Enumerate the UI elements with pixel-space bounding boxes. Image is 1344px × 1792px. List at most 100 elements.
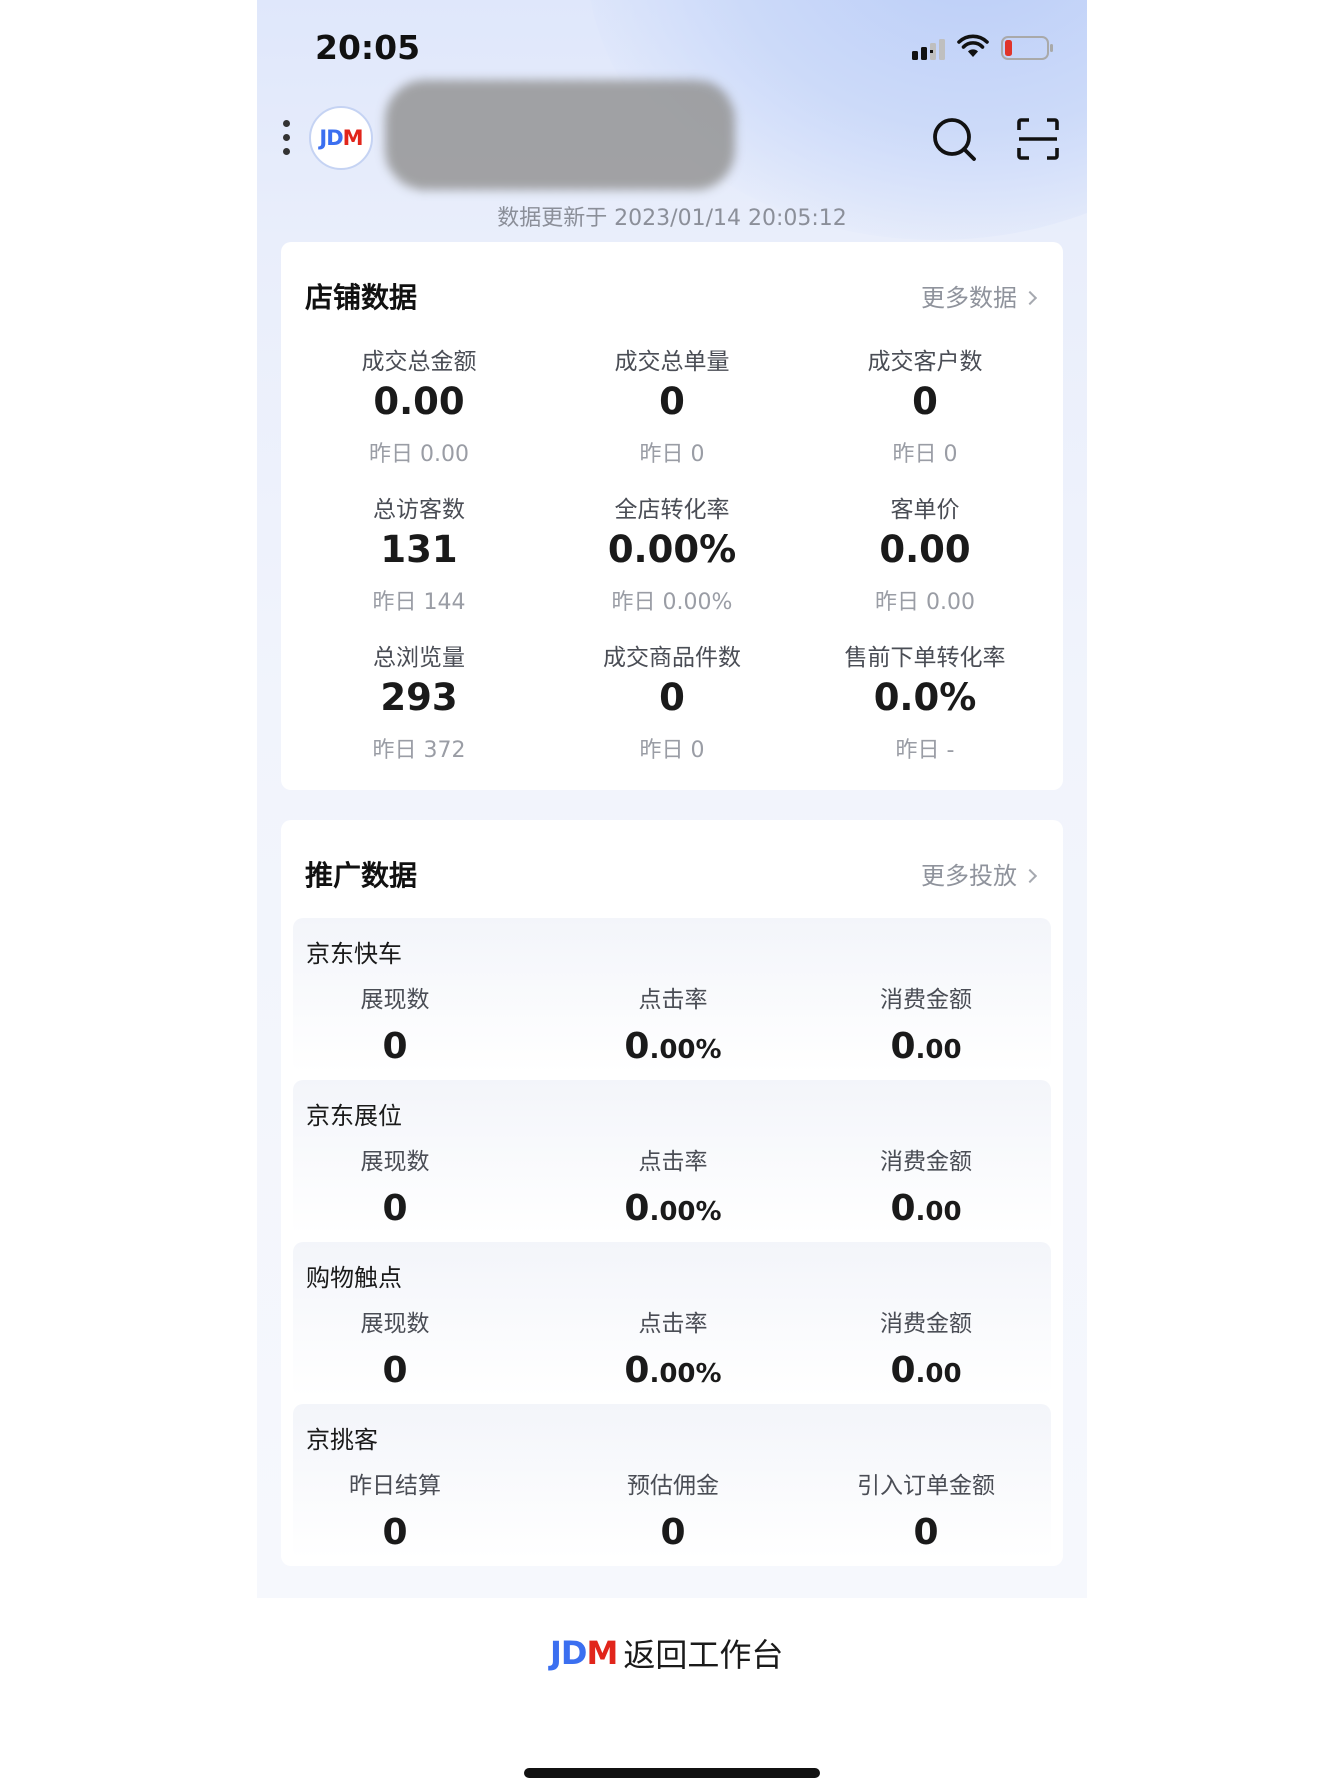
promo-metric: 预估佣金 0: [543, 1466, 803, 1553]
metric-value: 0: [659, 676, 685, 719]
more-campaigns-label: 更多投放: [921, 862, 1017, 890]
chevron-right-icon: [1022, 290, 1038, 306]
promo-section-title: 京东展位: [306, 1102, 402, 1130]
store-data-card: 店铺数据 更多数据 成交总金额 0.00 昨日 0.00 成交总单量 0 昨日 …: [281, 242, 1063, 790]
jdm-logo-jd: JD: [550, 1634, 587, 1672]
cellular-signal-icon: [912, 39, 945, 60]
metric-value: 0.00: [879, 528, 971, 571]
promo-section-shopping-touchpoint[interactable]: 购物触点 展现数 0 点击率 0.00% 消费金额 0.00: [293, 1242, 1051, 1397]
promo-metric-value: 0.00: [796, 1350, 1056, 1391]
value-main: 0: [624, 1026, 650, 1067]
metric-yesterday: 昨日 144: [372, 590, 466, 615]
promo-metric: 展现数 0: [265, 1142, 525, 1229]
metric-avg-order-value[interactable]: 客单价 0.00 昨日 0.00: [795, 490, 1055, 616]
back-to-workbench-label: 返回工作台: [623, 1636, 784, 1674]
metric-value: 0.00%: [607, 528, 737, 571]
promo-metric-value: 0: [543, 1512, 803, 1553]
promo-metric: 消费金额 0.00: [796, 980, 1056, 1067]
promo-metric-value: 0: [796, 1512, 1056, 1553]
more-data-link[interactable]: 更多数据: [921, 278, 1038, 313]
search-icon[interactable]: [931, 116, 977, 162]
promo-metric-label: 点击率: [638, 1149, 708, 1175]
metric-label: 售前下单转化率: [844, 645, 1006, 671]
jdm-logo-m: M: [586, 1634, 618, 1672]
value-sub: .00%: [649, 1359, 722, 1389]
metric-value: 0.0%: [873, 676, 977, 719]
promo-section-title: 京东快车: [306, 940, 402, 968]
promo-section-title: 购物触点: [306, 1264, 402, 1292]
promo-section-jd-express[interactable]: 京东快车 展现数 0 点击率 0.00% 消费金额 0.00: [293, 918, 1051, 1073]
promo-metric-value: 0.00%: [543, 1188, 803, 1229]
metric-total-gmv[interactable]: 成交总金额 0.00 昨日 0.00: [289, 342, 549, 468]
value-main: 0: [382, 1188, 408, 1229]
metric-value: 293: [380, 676, 458, 719]
promo-metric: 展现数 0: [265, 980, 525, 1067]
scan-icon[interactable]: [1017, 118, 1059, 160]
promo-metric: 消费金额 0.00: [796, 1142, 1056, 1229]
more-campaigns-link[interactable]: 更多投放: [921, 856, 1038, 891]
metric-yesterday: 昨日 0.00: [875, 590, 975, 615]
promo-metric-label: 消费金额: [880, 1311, 972, 1337]
promo-metric-label: 展现数: [360, 1149, 430, 1175]
promo-section-title: 京挑客: [306, 1426, 378, 1454]
chevron-right-icon: [1022, 868, 1038, 884]
promo-metric-value: 0.00: [796, 1026, 1056, 1067]
promo-metric-label: 引入订单金额: [857, 1473, 995, 1499]
metric-items-sold[interactable]: 成交商品件数 0 昨日 0: [542, 638, 802, 764]
metric-yesterday: 昨日 372: [372, 738, 466, 763]
value-main: 0: [660, 1512, 686, 1553]
metric-label: 成交总金额: [361, 349, 477, 375]
metric-label: 客单价: [890, 497, 960, 523]
promo-metric-label: 展现数: [360, 1311, 430, 1337]
jdm-logo-m: M: [342, 126, 364, 150]
value-sub: .00: [915, 1035, 962, 1065]
more-data-label: 更多数据: [921, 284, 1017, 312]
home-indicator[interactable]: [524, 1768, 820, 1778]
top-nav-bar: JD M: [257, 80, 1087, 190]
promo-metric: 消费金额 0.00: [796, 1304, 1056, 1391]
battery-low-icon: [1001, 36, 1053, 60]
metric-visitors[interactable]: 总访客数 131 昨日 144: [289, 490, 549, 616]
promo-section-jd-display[interactable]: 京东展位 展现数 0 点击率 0.00% 消费金额 0.00: [293, 1080, 1051, 1235]
value-main: 0: [890, 1350, 916, 1391]
metric-label: 总浏览量: [373, 645, 465, 671]
promo-metric-value: 0: [265, 1188, 525, 1229]
status-time: 20:05: [315, 28, 421, 67]
metric-presale-conversion[interactable]: 售前下单转化率 0.0% 昨日 -: [795, 638, 1055, 764]
back-to-workbench-button[interactable]: JDM 返回工作台: [550, 1628, 783, 1678]
store-data-title: 店铺数据: [305, 281, 418, 314]
promo-metric-value: 0: [265, 1350, 525, 1391]
metric-buyers[interactable]: 成交客户数 0 昨日 0: [795, 342, 1055, 468]
promo-metric-value: 0.00%: [543, 1026, 803, 1067]
value-main: 0: [624, 1188, 650, 1229]
app-screen: 20:05 JD M 数据更新于 2023/01/14 20:05:12 店铺数…: [257, 0, 1087, 1598]
metric-value: 0: [659, 380, 685, 423]
metric-page-views[interactable]: 总浏览量 293 昨日 372: [289, 638, 549, 764]
value-main: 0: [913, 1512, 939, 1553]
metric-label: 全店转化率: [614, 497, 730, 523]
value-sub: .00%: [649, 1197, 722, 1227]
promotion-data-title: 推广数据: [305, 859, 418, 892]
metric-yesterday: 昨日 0.00: [369, 442, 469, 467]
metric-yesterday: 昨日 0: [639, 442, 705, 467]
metric-value: 0.00: [373, 380, 465, 423]
jdm-logo: JDM: [550, 1634, 618, 1672]
promo-metric: 引入订单金额 0: [796, 1466, 1056, 1553]
metric-yesterday: 昨日 0: [892, 442, 958, 467]
value-main: 0: [382, 1350, 408, 1391]
value-main: 0: [382, 1512, 408, 1553]
store-name-redacted: [385, 80, 735, 190]
metric-label: 成交总单量: [614, 349, 730, 375]
promo-metric: 展现数 0: [265, 1304, 525, 1391]
more-vertical-icon[interactable]: [279, 120, 293, 164]
metric-conversion-rate[interactable]: 全店转化率 0.00% 昨日 0.00%: [542, 490, 802, 616]
store-avatar[interactable]: JD M: [309, 106, 373, 170]
value-sub: .00%: [649, 1035, 722, 1065]
jdm-logo-jd: JD: [319, 126, 343, 150]
promotion-data-card: 推广数据 更多投放 京东快车 展现数 0 点击率 0.00% 消费金额 0.00…: [281, 820, 1063, 1566]
value-sub: .00: [915, 1359, 962, 1389]
promo-metric-value: 0.00: [796, 1188, 1056, 1229]
promo-metric-label: 消费金额: [880, 1149, 972, 1175]
metric-total-orders[interactable]: 成交总单量 0 昨日 0: [542, 342, 802, 468]
promo-section-jd-affiliate[interactable]: 京挑客 昨日结算 0 预估佣金 0 引入订单金额 0: [293, 1404, 1051, 1559]
